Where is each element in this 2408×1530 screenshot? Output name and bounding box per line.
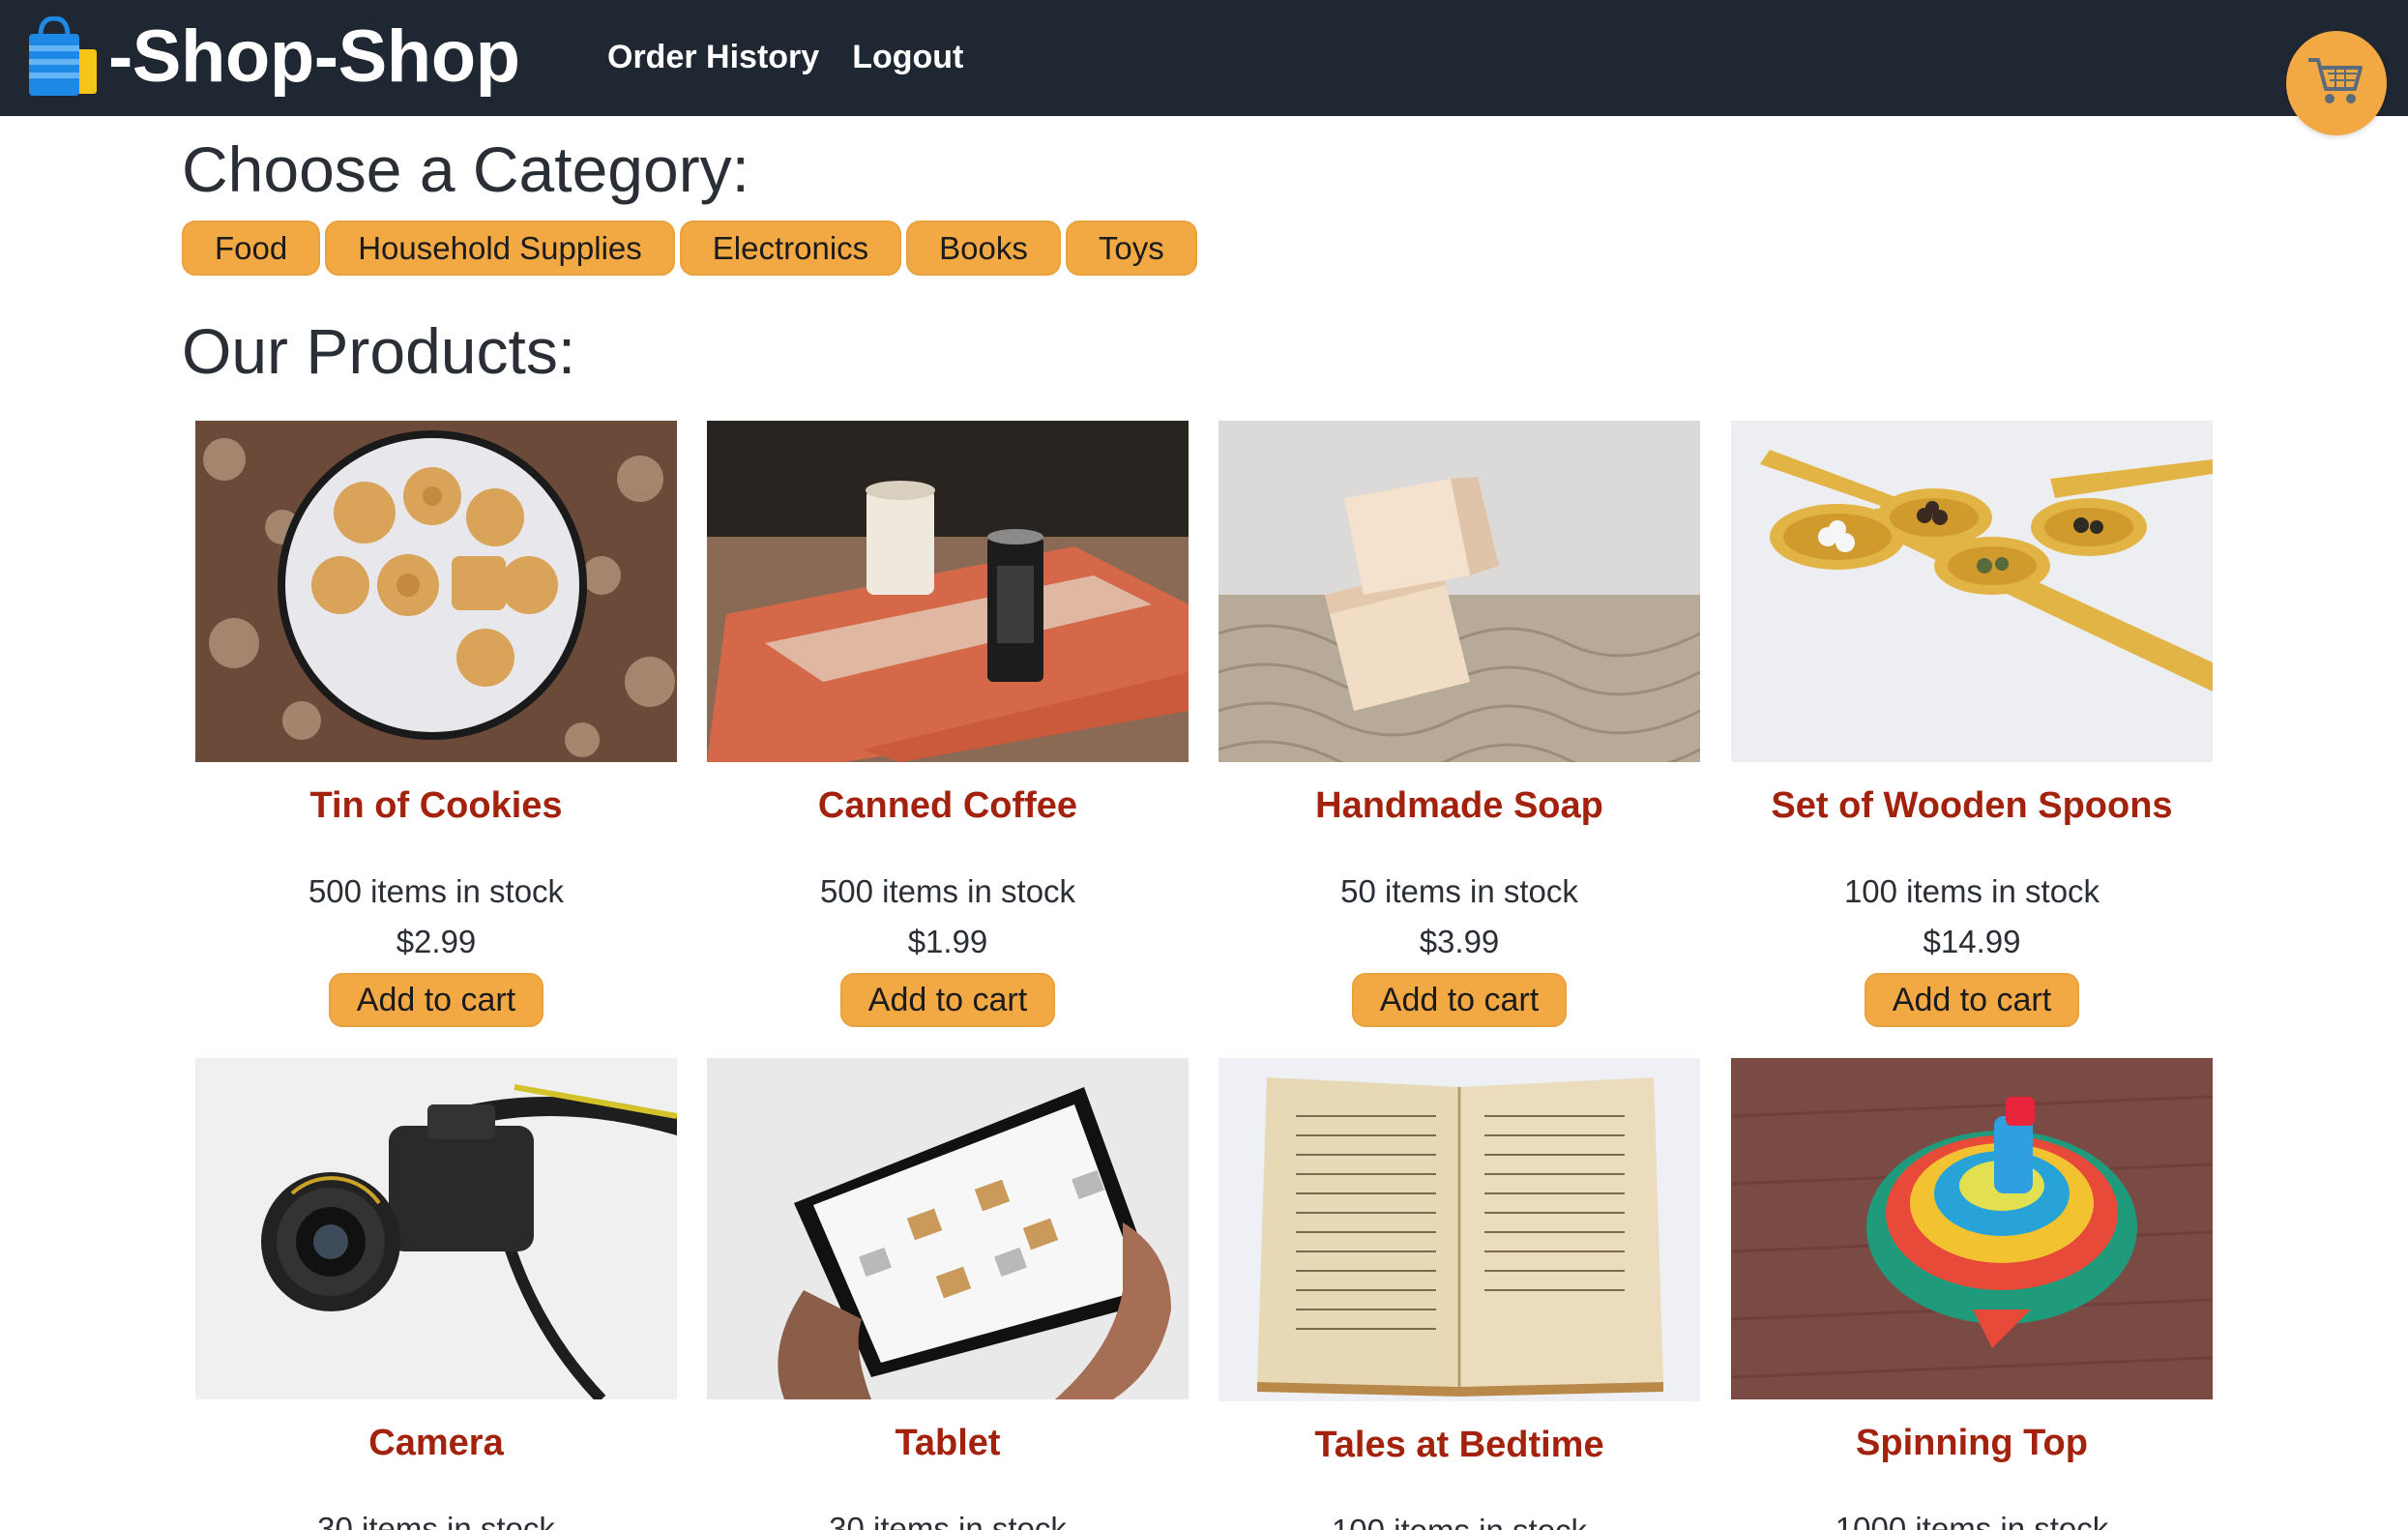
product-image-cookies[interactable] [195, 421, 677, 762]
shopping-bag-icon [25, 15, 101, 98]
product-name[interactable]: Spinning Top [1731, 1423, 2213, 1463]
brand[interactable]: -Shop-Shop [25, 14, 520, 101]
shopping-cart-icon [2306, 54, 2366, 113]
product-card: Camera 30 items in stock [195, 1058, 677, 1530]
product-image-soap[interactable] [1219, 421, 1700, 762]
product-name[interactable]: Tablet [707, 1423, 1189, 1463]
products-heading: Our Products: [182, 315, 576, 387]
product-card: Tablet 30 items in stock [707, 1058, 1189, 1530]
product-card: Canned Coffee 500 items in stock $1.99 A… [707, 421, 1189, 1027]
product-stock: 30 items in stock [317, 1511, 555, 1530]
product-name[interactable]: Canned Coffee [707, 785, 1189, 826]
product-stock: 500 items in stock [308, 873, 565, 909]
add-to-cart-button[interactable]: Add to cart [329, 973, 543, 1027]
product-name[interactable]: Set of Wooden Spoons [1731, 785, 2213, 826]
product-stock: 30 items in stock [829, 1511, 1067, 1530]
category-household-button[interactable]: Household Supplies [325, 221, 675, 276]
product-price: $3.99 [1419, 924, 1500, 959]
add-to-cart-button[interactable]: Add to cart [1865, 973, 2079, 1027]
product-name[interactable]: Tales at Bedtime [1219, 1425, 1700, 1465]
product-card: Handmade Soap 50 items in stock $3.99 Ad… [1219, 421, 1700, 1027]
add-to-cart-button[interactable]: Add to cart [1352, 973, 1567, 1027]
top-navbar: -Shop-Shop Order History Logout [0, 0, 2408, 135]
product-image-spinning-top[interactable] [1731, 1058, 2213, 1399]
product-card: Tin of Cookies 500 items in stock $2.99 … [195, 421, 677, 1027]
product-stock: 500 items in stock [819, 873, 1076, 909]
product-stock: 1000 items in stock [1835, 1511, 2109, 1530]
product-card: Set of Wooden Spoons 100 items in stock … [1731, 421, 2213, 1027]
product-name[interactable]: Tin of Cookies [195, 785, 677, 826]
product-stock: 50 items in stock [1340, 873, 1578, 909]
product-name[interactable]: Camera [195, 1423, 677, 1463]
product-image-coffee[interactable] [707, 421, 1189, 762]
product-image-spoons[interactable] [1731, 421, 2213, 762]
product-stock: 100 items in stock [1219, 1512, 1700, 1530]
nav-logout[interactable]: Logout [852, 33, 963, 81]
product-image-camera[interactable] [195, 1058, 677, 1399]
product-card: Tales at Bedtime 100 items in stock [1219, 1058, 1700, 1530]
product-stock: 100 items in stock [1843, 873, 2100, 909]
product-image-book[interactable] [1219, 1058, 1700, 1401]
category-books-button[interactable]: Books [906, 221, 1061, 276]
product-price: $1.99 [907, 924, 988, 959]
add-to-cart-button[interactable]: Add to cart [840, 973, 1055, 1027]
product-price: $14.99 [1923, 924, 2021, 959]
brand-name: -Shop-Shop [108, 15, 520, 98]
product-name[interactable]: Handmade Soap [1219, 785, 1700, 826]
nav-order-history[interactable]: Order History [607, 33, 819, 81]
category-toys-button[interactable]: Toys [1065, 221, 1197, 276]
category-heading: Choose a Category: [182, 133, 750, 205]
category-list: Food Household Supplies Electronics Book… [182, 221, 1197, 276]
category-electronics-button[interactable]: Electronics [679, 221, 902, 276]
product-card: Spinning Top 1000 items in stock [1731, 1058, 2213, 1530]
cart-button[interactable] [2286, 31, 2387, 135]
main-nav: Order History Logout [607, 33, 963, 81]
category-food-button[interactable]: Food [182, 221, 321, 276]
product-price: $2.99 [396, 924, 477, 959]
product-image-tablet[interactable] [707, 1058, 1189, 1399]
